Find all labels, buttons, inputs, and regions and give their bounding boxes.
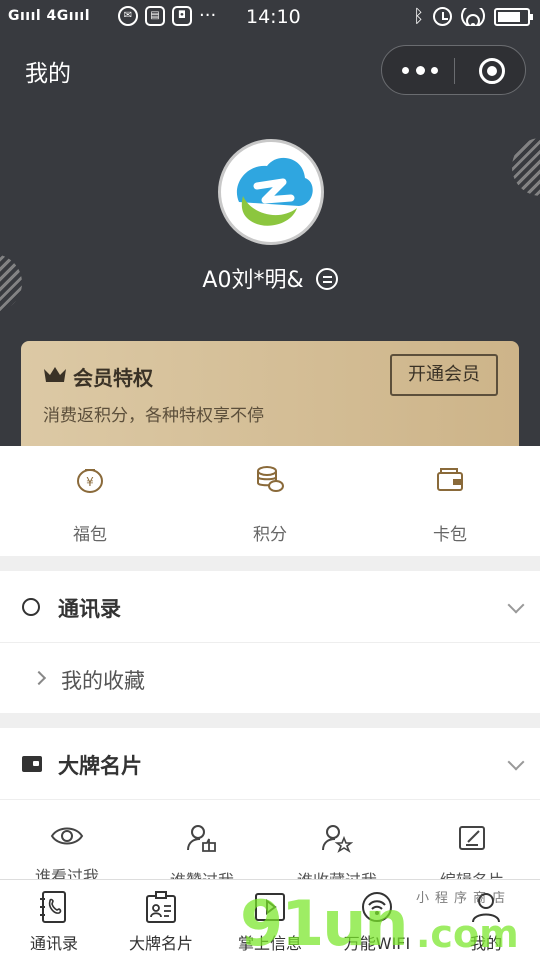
phone-book-icon [40,891,66,923]
tab-label: 大牌名片 [128,934,193,953]
status-bar: Gıııl 4Gıııl ✉ ▤ ◘ ··· 14:10 ᛒ [0,0,540,36]
wallet-item-fubao[interactable]: ¥ 福包 [45,464,135,545]
wallet-label: 积分 [253,525,287,545]
cards-section: 大牌名片 [0,728,540,802]
id-card-icon [146,891,176,923]
user-icon [472,893,500,923]
tab-label: 万能WIFI [343,934,411,953]
my-favorites-label: 我的收藏 [61,669,145,693]
tab-wifi[interactable]: 万能WIFI [327,890,427,954]
contacts-header[interactable]: 通讯录 [0,571,540,643]
chevron-down-icon [507,753,525,771]
contacts-section: 通讯录 我的收藏 [0,571,540,713]
id-card-icon: ▤ [145,6,165,26]
alarm-icon [433,7,452,26]
tab-label: 通讯录 [29,934,78,953]
profile-header: Gıııl 4Gıııl ✉ ▤ ◘ ··· 14:10 ᛒ 我的 A0刘*明&… [0,0,540,446]
photo-app-icon: ◘ [172,6,192,26]
tab-cards[interactable]: 大牌名片 [111,890,211,954]
wallet-label: 福包 [73,525,107,545]
bluetooth-icon: ᛒ [413,6,424,27]
person-star-icon [322,825,353,853]
wallet-icon [437,468,463,491]
tab-contacts[interactable]: 通讯录 [4,890,104,954]
wechat-icon: ✉ [118,6,138,26]
close-miniprogram-icon[interactable] [479,58,505,84]
switch-account-icon[interactable] [315,268,338,290]
avatar[interactable] [218,139,324,245]
cards-title: 大牌名片 [58,754,142,778]
chevron-down-icon [507,596,525,614]
page-title: 我的 [25,61,71,87]
nickname-row: A0刘*明& [0,262,540,294]
contacts-title: 通讯录 [58,597,121,621]
battery-icon [494,7,533,26]
capsule-divider [454,58,455,84]
wallet-label: 卡包 [433,525,467,545]
wallet-item-points[interactable]: 积分 [225,464,315,545]
crown-icon [44,367,66,382]
open-membership-button[interactable]: 开通会员 [390,354,498,396]
signal-indicator: Gıııl 4Gıııl [8,8,90,24]
person-thumbsup-icon [187,825,216,852]
tab-bar: 通讯录 大牌名片 掌上信息 万能WIFI 我的 [0,879,540,960]
chevron-right-icon [31,670,47,686]
tab-info[interactable]: 掌上信息 [220,890,320,954]
wifi-icon [362,892,392,922]
vip-subtitle: 消费返积分，各种特权享不停 [43,406,264,426]
wifi-status-icon [461,7,485,26]
svg-text:¥: ¥ [86,475,94,489]
vip-title: 会员特权 [73,366,153,390]
edit-icon [459,826,485,850]
my-favorites-row[interactable]: 我的收藏 [0,643,540,713]
miniprogram-capsule [381,45,526,95]
wallet-item-cards[interactable]: 卡包 [405,464,495,545]
card-icon [22,756,42,772]
cards-header[interactable]: 大牌名片 [0,728,540,800]
nickname: A0刘*明& [202,268,304,293]
clock-time: 14:10 [246,6,301,28]
play-screen-icon [255,893,285,921]
more-menu-icon[interactable] [402,58,438,82]
eye-icon [50,827,84,845]
coins-stack-icon [257,466,284,492]
wallet-row: ¥ 福包 积分 卡包 [0,446,540,556]
coin-pouch-icon: ¥ [77,469,103,493]
more-notifications: ··· [199,5,217,26]
decorative-stripe-circle [512,138,540,196]
vip-card: 会员特权 消费返积分，各种特权享不停 开通会员 [21,341,519,446]
tab-label: 我的 [469,934,502,953]
tab-label: 掌上信息 [237,934,302,953]
logo-icon [236,157,313,226]
quick-who-viewed[interactable]: 谁看过我 [7,823,127,887]
tab-mine[interactable]: 我的 [436,890,536,954]
card-quick-actions: 谁看过我 谁赞过我 谁收藏过我 编辑名片 [0,801,540,890]
circle-icon [22,598,40,616]
